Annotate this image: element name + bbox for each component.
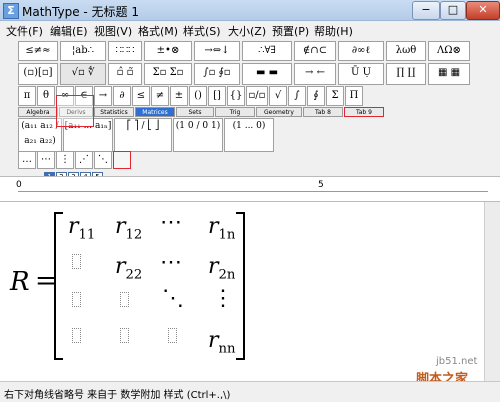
arrow-button[interactable]: → <box>94 86 112 106</box>
set-products-palette[interactable]: ∏ ∐ <box>386 63 426 85</box>
ruler-mark-0: 0 <box>16 180 22 190</box>
contour-integral-button[interactable]: ∮ <box>307 86 325 106</box>
braces-button[interactable]: {} <box>227 86 245 106</box>
matrix-template-identity[interactable]: (1 0 / 0 1) <box>173 118 223 152</box>
set-theory-palette[interactable]: ∉∩⊂ <box>294 41 336 61</box>
tab-statistics[interactable]: Statistics <box>94 107 134 117</box>
sqrt-button[interactable]: √ <box>269 86 287 106</box>
equation-editor[interactable]: R = r11 r12 ⋯ r1n r22 ⋯ r2n ⋱ ⋮ rnn <box>0 202 484 381</box>
placeholder-slot[interactable] <box>120 328 129 343</box>
tab-sets[interactable]: Sets <box>176 107 214 117</box>
brackets-button[interactable]: [] <box>208 86 226 106</box>
matrices-palette[interactable]: ▦ ▦ <box>428 63 470 85</box>
menu-style[interactable]: 样式(S) <box>183 23 221 39</box>
bars-palette[interactable]: ▬ ▬ <box>242 63 292 85</box>
menu-view[interactable]: 视图(V) <box>94 23 132 39</box>
highlight-box-palette <box>56 95 94 127</box>
tab-geometry[interactable]: Geometry <box>256 107 302 117</box>
menu-format[interactable]: 格式(M) <box>138 23 178 39</box>
app-icon: Σ <box>3 3 19 19</box>
fences-palette[interactable]: (▫)[▫] <box>18 63 58 85</box>
window-title: MathType - 无标题 1 <box>22 5 139 19</box>
greek-lower-palette[interactable]: λωθ <box>386 41 426 61</box>
menu-edit[interactable]: 编辑(E) <box>50 23 88 39</box>
parens-button[interactable]: () <box>189 86 207 106</box>
labeled-arrows-palette[interactable]: → ← <box>294 63 336 85</box>
toolbar-area: ≤≠≈ ¦ab∴ ∷∷∷ ±•⊗ →⇔↓ ∴∀∃ ∉∩⊂ ∂∞ℓ λωθ ΛΩ⊗… <box>0 38 500 181</box>
ellipsis-horizontal-button[interactable]: ⋯ <box>37 151 55 169</box>
tab-trig[interactable]: Trig <box>215 107 255 117</box>
ellipsis-diagonal-down-button[interactable]: ⋱ <box>94 151 112 169</box>
left-bracket <box>54 212 63 360</box>
greek-upper-palette[interactable]: ΛΩ⊗ <box>428 41 470 61</box>
fraction-button[interactable]: ▫/▫ <box>246 86 268 106</box>
close-button[interactable]: ✕ <box>466 1 500 20</box>
product-button[interactable]: Π <box>345 86 363 106</box>
minimize-button[interactable]: − <box>412 1 440 20</box>
menu-help[interactable]: 帮助(H) <box>314 23 353 39</box>
ellipsis-diagonal-up-button[interactable]: ⋰ <box>75 151 93 169</box>
partial-button[interactable]: ∂ <box>113 86 131 106</box>
sum-button[interactable]: Σ <box>326 86 344 106</box>
placeholder-slot[interactable] <box>72 328 81 343</box>
matrix-cell: ⋮ <box>212 286 234 311</box>
subscripts-palette[interactable]: ▫̂ ▫̃ <box>108 63 142 85</box>
placeholder-slot[interactable] <box>72 292 81 307</box>
products-palette[interactable]: Ū Ụ <box>338 63 384 85</box>
summations-palette[interactable]: Σ▫ Σ▫ <box>144 63 192 85</box>
matrix-cell: r22 <box>115 254 143 283</box>
pi-button[interactable]: π <box>18 86 36 106</box>
menu-bar: 文件(F) 编辑(E) 视图(V) 格式(M) 样式(S) 大小(Z) 预置(P… <box>0 21 500 38</box>
menu-preferences[interactable]: 预置(P) <box>272 23 309 39</box>
matrix-cell: ⋯ <box>160 250 182 275</box>
integral-button[interactable]: ∫ <box>288 86 306 106</box>
matrix-template-identity-ellipsis[interactable]: (1 ... 0) <box>224 118 274 152</box>
matrix-cell: ⋯ <box>160 210 182 235</box>
theta-button[interactable]: θ <box>37 86 55 106</box>
ruler-mark-5: 5 <box>318 180 324 190</box>
ellipsis-vertical-button[interactable]: ⋮ <box>56 151 74 169</box>
logic-palette[interactable]: ∴∀∃ <box>242 41 292 61</box>
maximize-button[interactable]: □ <box>440 1 466 20</box>
watermark-url: jb51.net <box>436 356 478 367</box>
integrals-palette[interactable]: ∫▫ ∮▫ <box>194 63 240 85</box>
tab-algebra[interactable]: Algebra <box>18 107 58 117</box>
right-bracket <box>236 212 245 360</box>
highlight-box-ellipsis <box>113 151 131 169</box>
leq-button[interactable]: ≤ <box>132 86 150 106</box>
tab-9[interactable]: Tab 9 <box>344 107 384 117</box>
matrix-template-bracket[interactable]: ⎡ ⎤ / ⎣ ⎦ <box>114 118 172 152</box>
operators-palette[interactable]: ±•⊗ <box>144 41 192 61</box>
placeholder-slot[interactable] <box>168 328 177 343</box>
status-bar: 右下对角线省略号 来自于 数学附加 样式 (Ctrl+.,\) <box>0 381 500 402</box>
menu-file[interactable]: 文件(F) <box>6 23 43 39</box>
matrix-cell: ⋱ <box>162 286 184 311</box>
ellipsis-horizontal-low-button[interactable]: … <box>18 151 36 169</box>
fractions-palette[interactable]: √▫ ∜ <box>60 63 106 85</box>
menu-size[interactable]: 大小(Z) <box>228 23 266 39</box>
matrix-cell: r1n <box>208 214 236 243</box>
status-text: 右下对角线省略号 来自于 数学附加 样式 (Ctrl+.,\) <box>4 390 231 401</box>
matrix-cell: r2n <box>208 254 236 283</box>
equation-lhs: R <box>10 267 30 297</box>
placeholder-slot[interactable] <box>72 254 81 269</box>
arrows-palette[interactable]: →⇔↓ <box>194 41 240 61</box>
placeholder-slot[interactable] <box>120 292 129 307</box>
embellishments-palette[interactable]: ∷∷∷ <box>108 41 142 61</box>
matrix-cell: r11 <box>68 214 96 243</box>
ruler: 0 5 <box>0 176 500 202</box>
neq-button[interactable]: ≠ <box>151 86 169 106</box>
misc-symbols-palette[interactable]: ∂∞ℓ <box>338 41 384 61</box>
ruler-line <box>18 191 488 192</box>
spaces-palette[interactable]: ¦ab∴ <box>60 41 106 61</box>
title-bar: Σ MathType - 无标题 1 − □ ✕ <box>0 0 500 21</box>
vertical-scrollbar[interactable] <box>484 202 500 381</box>
tab-matrices[interactable]: Matrices <box>135 107 175 117</box>
plusminus-button[interactable]: ± <box>170 86 188 106</box>
matrix-cell: r12 <box>115 214 143 243</box>
matrix-cell: rnn <box>208 328 236 357</box>
relations-palette[interactable]: ≤≠≈ <box>18 41 58 61</box>
tab-8[interactable]: Tab 8 <box>303 107 343 117</box>
